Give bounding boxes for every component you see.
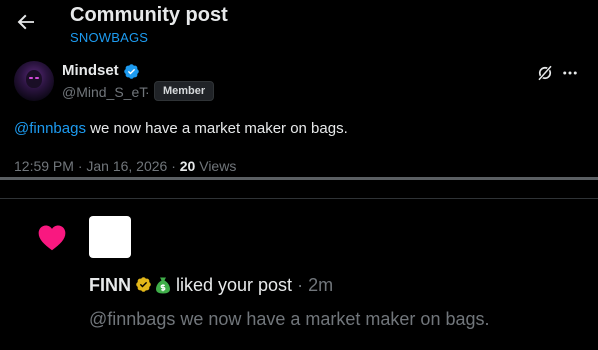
- notification-time: 2m: [308, 275, 334, 295]
- avatar-eye: [29, 77, 33, 79]
- community-link[interactable]: SNOWBAGS: [70, 30, 148, 45]
- notification-separator: [0, 198, 598, 199]
- money-bag-icon: [156, 277, 170, 294]
- notification-text: FINN liked your post · 2m: [89, 275, 333, 296]
- more-options-icon[interactable]: [560, 64, 580, 82]
- back-arrow-icon[interactable]: [14, 10, 38, 34]
- member-badge: Member: [154, 81, 215, 101]
- notification-action: liked your post: [176, 275, 293, 295]
- verified-badge-icon: [124, 64, 139, 79]
- post-panel: Community post SNOWBAGS Mindset @Mind_S_…: [0, 0, 598, 177]
- liker-avatar[interactable]: [89, 216, 131, 258]
- notification-separator-dot: ·: [292, 275, 309, 295]
- post-text: @finnbags we now have a market maker on …: [14, 120, 348, 137]
- mention-link[interactable]: @finnbags: [14, 120, 86, 137]
- avatar[interactable]: [14, 61, 54, 101]
- avatar-eye: [35, 77, 39, 79]
- view-count: 20: [179, 158, 196, 174]
- handle-separator: ·: [145, 84, 150, 100]
- liker-name[interactable]: FINN: [89, 275, 131, 295]
- page-title: Community post: [70, 4, 228, 26]
- heart-icon: [38, 225, 66, 251]
- post-body: we now have a market maker on bags.: [85, 120, 348, 137]
- post-meta: 12:59 PM · Jan 16, 2026 · 20 Views: [14, 158, 236, 174]
- author-name[interactable]: Mindset: [62, 62, 119, 79]
- author-handle[interactable]: @Mind_S_eT: [62, 84, 148, 100]
- avatar-figure: [26, 70, 42, 88]
- notification-panel: FINN liked your post · 2m @finnbags we n…: [0, 180, 598, 350]
- gold-verified-badge-icon: [136, 277, 151, 292]
- post-timestamp[interactable]: 12:59 PM · Jan 16, 2026 ·: [14, 158, 180, 174]
- grok-icon[interactable]: [536, 64, 554, 82]
- views-label: Views: [195, 158, 237, 174]
- liked-post-preview[interactable]: @finnbags we now have a market maker on …: [89, 309, 489, 330]
